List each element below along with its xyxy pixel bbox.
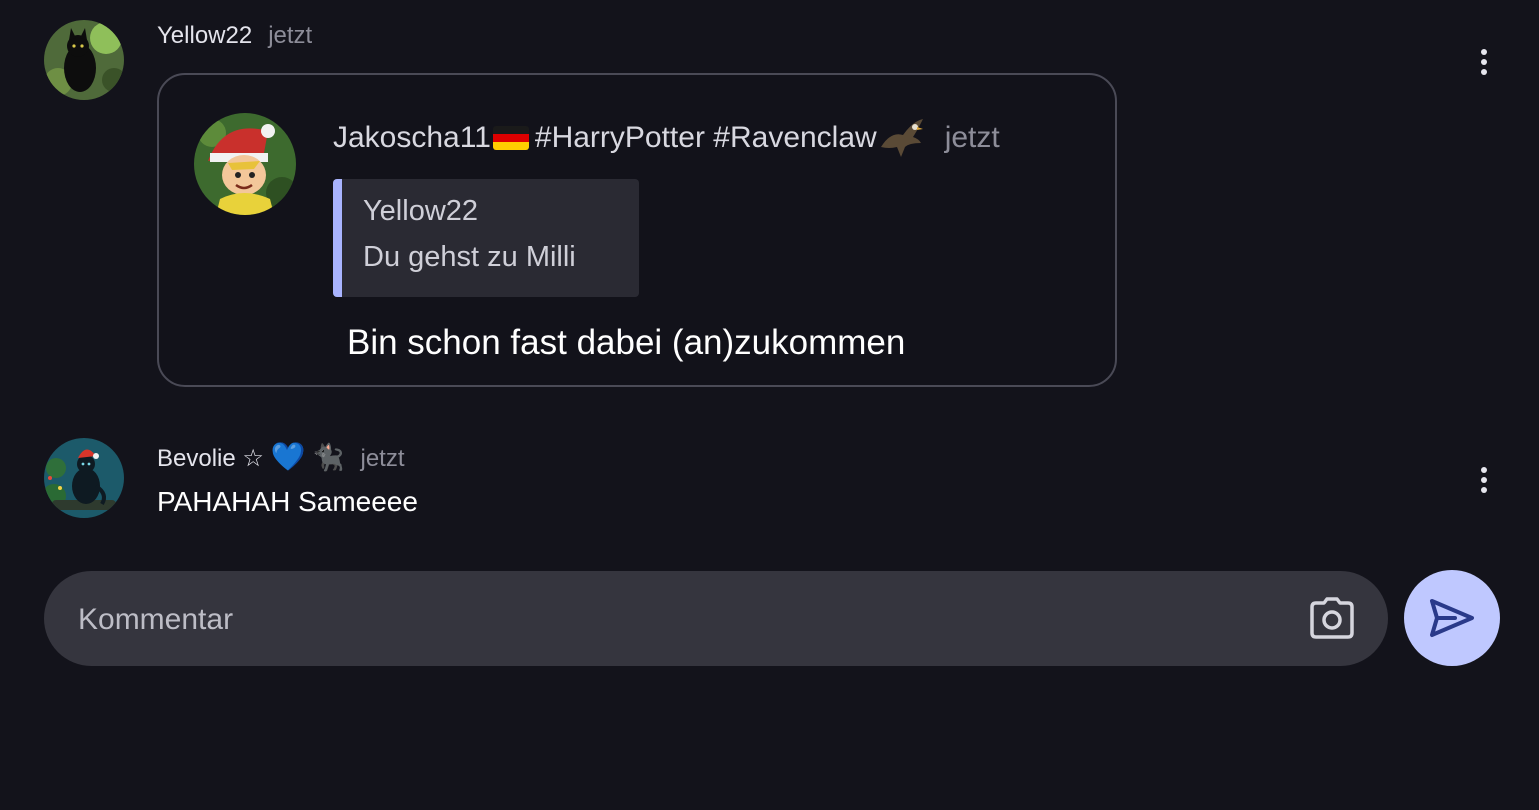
comment-time: jetzt: [268, 22, 313, 49]
send-icon: [1430, 599, 1474, 637]
comment-input[interactable]: [76, 571, 1280, 668]
embedded-message: Bin schon fast dabei (an)zukommen: [347, 323, 906, 362]
comment-author[interactable]: Yellow22: [157, 22, 252, 50]
send-button[interactable]: [1404, 570, 1500, 666]
black-cat-avatar: [44, 20, 124, 100]
embedded-time: jetzt: [944, 121, 1000, 154]
embedded-meta: Jakoscha11 #HarryPotter #Ravenclaw jetzt: [333, 117, 1000, 159]
comment-meta: Yellow22 jetzt: [157, 22, 312, 50]
comment-author-name: Bevolie ☆: [157, 445, 264, 472]
comment-time: jetzt: [360, 445, 405, 472]
embedded-author: Jakoscha11 #HarryPotter #Ravenclaw: [333, 117, 925, 159]
cartoon-elf-avatar: [194, 113, 296, 215]
user-avatar[interactable]: [44, 438, 124, 518]
more-options-icon[interactable]: [1472, 46, 1496, 78]
blue-heart-icon: 💙: [270, 441, 306, 472]
embedded-screenshot[interactable]: Jakoscha11 #HarryPotter #Ravenclaw jetzt…: [157, 73, 1117, 387]
embedded-author-tags: #HarryPotter #Ravenclaw: [534, 121, 877, 154]
quote-author: Yellow22: [363, 195, 479, 227]
cat-christmas-avatar: [44, 438, 124, 518]
comment-meta: Bevolie ☆ 💙 🐈‍⬛ jetzt: [157, 440, 405, 473]
more-options-icon[interactable]: [1472, 464, 1496, 496]
black-cat-icon: 🐈‍⬛: [312, 442, 345, 472]
comment-text: PAHAHAH Sameeee: [157, 486, 418, 517]
user-avatar[interactable]: [44, 20, 124, 100]
german-flag-icon: [492, 126, 529, 150]
quote-bar: [333, 179, 342, 297]
eagle-icon: [880, 119, 923, 157]
quote-text: Du gehst zu Milli: [363, 241, 576, 273]
embedded-author-name: Jakoscha11: [333, 121, 491, 154]
camera-icon[interactable]: [1310, 597, 1354, 639]
embedded-avatar: [194, 113, 296, 215]
embedded-quote: Yellow22 Du gehst zu Milli: [333, 179, 639, 297]
comment-composer: [44, 571, 1388, 668]
comment-author[interactable]: Bevolie ☆ 💙 🐈‍⬛: [157, 440, 345, 473]
